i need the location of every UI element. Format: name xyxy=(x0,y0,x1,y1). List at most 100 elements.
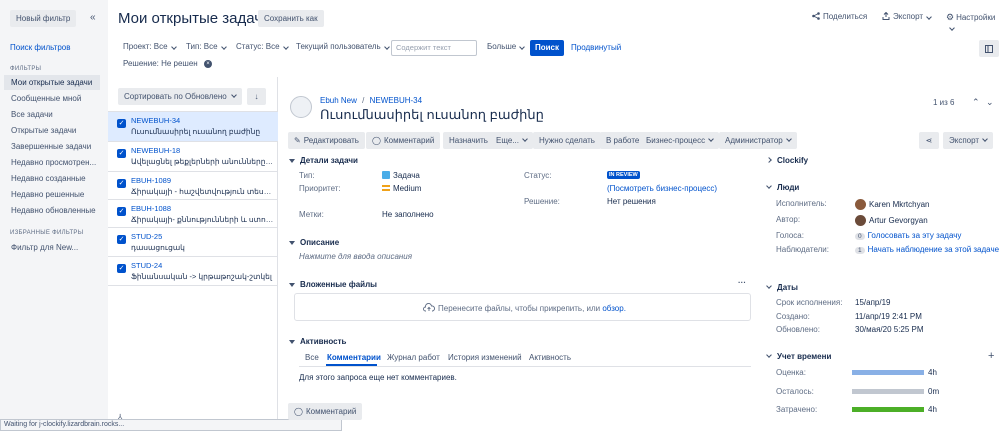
export-issue-dropdown[interactable]: Экспорт xyxy=(943,132,994,149)
checkbox-icon[interactable]: ✓ xyxy=(117,264,126,273)
assignee-label: Исполнитель: xyxy=(776,199,827,208)
type-filter[interactable]: Тип: Все xyxy=(186,42,227,51)
checkbox-icon[interactable]: ✓ xyxy=(117,235,126,244)
status-badge: IN REVIEW xyxy=(607,171,640,179)
workflow-dropdown[interactable]: Бизнес-процесс xyxy=(640,132,720,149)
edit-button[interactable]: ✎ Редактировать xyxy=(288,132,365,149)
clear-filter-icon[interactable]: × xyxy=(204,60,212,68)
watch-link[interactable]: Начать наблюдение за этой задачей xyxy=(868,245,999,254)
sidebar-item-all[interactable]: Все задачи xyxy=(4,107,100,122)
browse-link[interactable]: обзор. xyxy=(602,304,626,313)
sidebar-item-recent-updated[interactable]: Недавно обновленные xyxy=(4,203,100,218)
issue-key[interactable]: EBUH-1089 xyxy=(131,176,171,185)
add-comment-button[interactable]: ◯ Комментарий xyxy=(288,403,363,420)
layout-toggle-button[interactable] xyxy=(979,40,999,57)
more-actions-label: Еще... xyxy=(496,136,519,145)
issue-summary: Ճիրակայի- քննությունների և ստու... xyxy=(131,215,274,224)
share-issue-button[interactable]: ⋖ xyxy=(919,132,939,149)
sort-dropdown[interactable]: Сортировать по Обновлено xyxy=(118,88,242,105)
tab-history[interactable]: История изменений xyxy=(448,353,522,362)
search-filters-link[interactable]: Поиск фильтров xyxy=(10,43,70,52)
time-tracking-heading: Учет времени xyxy=(777,352,832,361)
in-progress-button[interactable]: В работе xyxy=(600,132,646,149)
reporter-value[interactable]: Artur Gevorgyan xyxy=(855,215,928,226)
assignee-value[interactable]: Karen Mkrtchyan xyxy=(855,199,929,210)
sidebar-item-done[interactable]: Завершенные задачи xyxy=(4,139,100,154)
tab-activity[interactable]: Активность xyxy=(529,353,571,362)
status-filter[interactable]: Статус: Все xyxy=(236,42,289,51)
chevron-down-icon xyxy=(519,44,526,50)
checkbox-icon[interactable]: ✓ xyxy=(117,179,126,188)
description-placeholder[interactable]: Нажмите для ввода описания xyxy=(299,252,412,261)
tab-worklog[interactable]: Журнал работ xyxy=(387,353,440,362)
checkbox-icon[interactable]: ✓ xyxy=(117,207,126,216)
vote-link[interactable]: Голосовать за эту задачу xyxy=(868,231,962,240)
add-worklog-icon[interactable]: + xyxy=(988,350,994,362)
more-actions-dropdown[interactable]: Еще... xyxy=(490,132,533,149)
admin-dropdown[interactable]: Администратор xyxy=(719,132,797,149)
sort-direction-button[interactable]: ↓ xyxy=(247,88,266,105)
chevron-down-icon[interactable]: ⌄ xyxy=(986,97,994,108)
collapse-sidebar-icon[interactable]: « xyxy=(90,12,96,23)
sidebar-item-my-open[interactable]: Мои открытые задачи xyxy=(4,75,100,90)
checkbox-icon[interactable]: ✓ xyxy=(117,149,126,158)
new-filter-button[interactable]: Новый фильтр xyxy=(10,10,77,27)
issue-key[interactable]: STUD-25 xyxy=(131,232,162,241)
issue-list-item[interactable]: ✓ EBUH-1089 Ճիրակայի - հաշվետվություն տե… xyxy=(108,171,278,201)
issue-title[interactable]: Ուսումնասիրել ուսանող բաժինը xyxy=(320,107,544,123)
export-dropdown[interactable]: Экспорт xyxy=(882,11,932,21)
breadcrumb-issue-key[interactable]: NEWEBUH-34 xyxy=(370,96,422,105)
issue-key[interactable]: NEWEBUH-34 xyxy=(131,116,180,125)
workflow-label: Бизнес-процесс xyxy=(646,136,706,145)
time-tracking-section-header[interactable]: Учет времени xyxy=(766,352,832,361)
settings-dropdown[interactable]: ⚙ Настройки xyxy=(946,12,999,32)
assignee-name: Karen Mkrtchyan xyxy=(869,200,930,209)
issue-list-item[interactable]: ✓ NEWEBUH-18 Ավելացնել թեքլերների անունն… xyxy=(108,141,278,171)
people-section-header[interactable]: Люди xyxy=(766,183,799,192)
attachments-more-icon[interactable]: ··· xyxy=(738,278,746,287)
project-avatar xyxy=(290,96,312,118)
attachment-dropzone[interactable]: Перенесите файлы, чтобы прикрепить, или … xyxy=(294,293,751,321)
logged-bar xyxy=(852,407,924,412)
sidebar-item-recent-created[interactable]: Недавно созданные xyxy=(4,171,100,186)
due-date-label: Срок исполнения: xyxy=(776,298,843,307)
issue-key[interactable]: NEWEBUH-18 xyxy=(131,146,180,155)
sidebar-item-favorite-filter[interactable]: Фильтр для New... xyxy=(4,240,100,255)
comment-button[interactable]: ◯ Комментарий xyxy=(366,132,441,149)
tab-all[interactable]: Все xyxy=(305,353,319,362)
breadcrumb-project[interactable]: Ebuh New xyxy=(320,96,357,105)
no-comments-text: Для этого запроса еще нет комментариев. xyxy=(299,373,457,382)
text-search-input[interactable]: Содержит текст xyxy=(391,40,477,56)
sidebar-item-recent-resolved[interactable]: Недавно решенные xyxy=(4,187,100,202)
issue-key[interactable]: EBUH-1088 xyxy=(131,204,171,213)
assignee-filter[interactable]: Текущий пользователь xyxy=(296,42,390,51)
resolution-filter[interactable]: Решение: Не решен xyxy=(123,59,198,68)
chevron-up-icon[interactable]: ⌃ xyxy=(972,97,980,108)
project-filter[interactable]: Проект: Все xyxy=(123,42,177,51)
tab-comments[interactable]: Комментарии xyxy=(327,353,381,362)
issue-list-item[interactable]: ✓ NEWEBUH-34 Ուսումնասիրել ուսանող բաժին… xyxy=(108,111,278,141)
clockify-section-header[interactable]: Clockify xyxy=(766,156,808,165)
issue-list-item[interactable]: ✓ STUD-24 Ֆինանսական -> կրթաթոշակ-շտկել xyxy=(108,256,278,286)
sidebar-item-reported[interactable]: Сообщенные мной xyxy=(4,91,100,106)
search-button[interactable]: Поиск xyxy=(530,40,564,56)
assign-button[interactable]: Назначить xyxy=(443,132,494,149)
labels-value[interactable]: Не заполнено xyxy=(382,210,434,219)
share-button[interactable]: Поделиться xyxy=(812,12,867,21)
issue-list-item[interactable]: ✓ EBUH-1088 Ճիրակայի- քննությունների և ս… xyxy=(108,199,278,229)
description-section-header[interactable]: Описание xyxy=(289,238,339,247)
issue-key[interactable]: STUD-24 xyxy=(131,261,162,270)
sidebar-item-open[interactable]: Открытые задачи xyxy=(4,123,100,138)
view-workflow-link[interactable]: (Посмотреть бизнес-процесс) xyxy=(607,184,717,193)
issue-list-item[interactable]: ✓ STUD-25 դասացուցակ xyxy=(108,227,278,257)
activity-section-header[interactable]: Активность xyxy=(289,337,346,346)
more-filters-dropdown[interactable]: Больше xyxy=(487,42,526,51)
sidebar-item-recent-viewed[interactable]: Недавно просмотрен... xyxy=(4,155,100,170)
checkbox-icon[interactable]: ✓ xyxy=(117,119,126,128)
to-do-button[interactable]: Нужно сделать xyxy=(533,132,601,149)
save-as-button[interactable]: Сохранить как xyxy=(258,10,324,27)
advanced-search-link[interactable]: Продвинутый xyxy=(571,43,621,52)
attachments-section-header[interactable]: Вложенные файлы xyxy=(289,280,377,289)
details-section-header[interactable]: Детали задачи xyxy=(289,156,358,165)
dates-section-header[interactable]: Даты xyxy=(766,283,798,292)
